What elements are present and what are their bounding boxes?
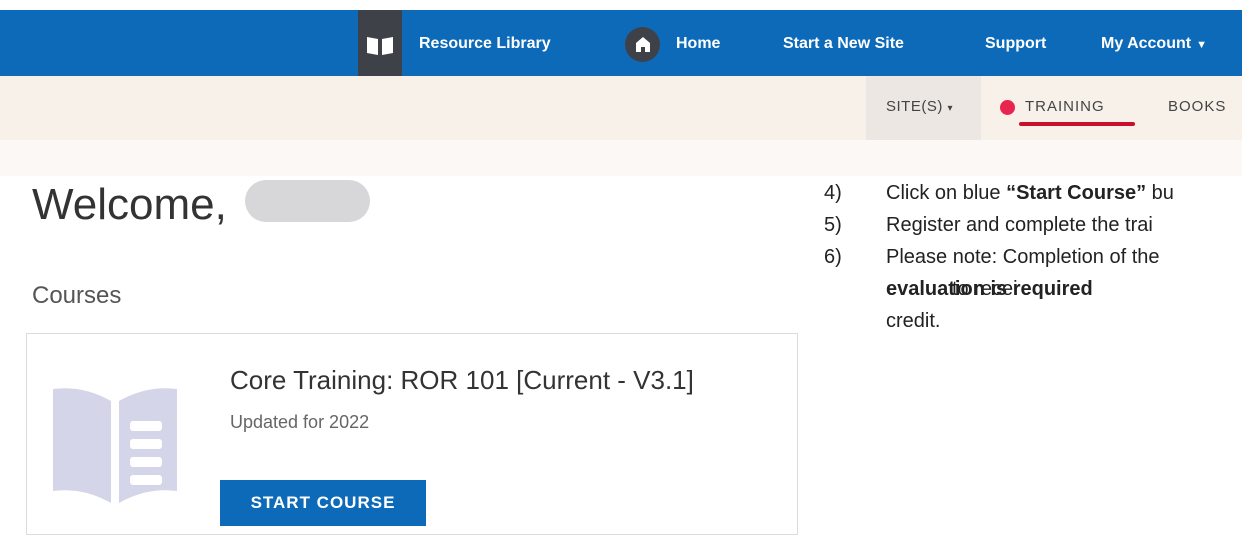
course-title[interactable]: Core Training: ROR 101 [Current - V3.1]: [230, 365, 694, 396]
active-tab-underline: [1019, 122, 1135, 126]
training-status-dot: [1000, 100, 1015, 115]
nav-home[interactable]: Home: [676, 35, 720, 53]
instruction-step: 6) Please note: Completion of the: [824, 246, 1160, 268]
instruction-step: 5) Register and complete the trai: [824, 214, 1153, 236]
home-icon[interactable]: [625, 27, 660, 62]
instruction-step: 4) Click on blue “Start Course” bu: [824, 182, 1174, 204]
resource-library-book-icon[interactable]: [358, 10, 402, 76]
chevron-down-icon: ▼: [1196, 39, 1207, 51]
nav-start-new-site[interactable]: Start a New Site: [783, 35, 904, 53]
top-nav-bar: Resource Library Home Start a New Site S…: [0, 10, 1242, 76]
nav-support[interactable]: Support: [985, 35, 1046, 53]
chevron-down-icon: ▾: [947, 103, 954, 114]
instructions-list: 4) Click on blue “Start Course” bu 5) Re…: [820, 182, 1249, 342]
course-card: Core Training: ROR 101 [Current - V3.1] …: [26, 333, 798, 535]
nav-my-account[interactable]: My Account ▼: [1101, 35, 1207, 53]
sites-label: SITE(S) ▾: [886, 98, 954, 115]
subnav-spacer: [0, 140, 1242, 176]
my-account-label: My Account: [1101, 35, 1192, 52]
courses-heading: Courses: [32, 282, 122, 309]
welcome-heading: Welcome,: [32, 180, 227, 229]
start-course-button[interactable]: START COURSE: [220, 480, 426, 526]
nav-resource-library[interactable]: Resource Library: [419, 35, 551, 53]
page-edge: [1242, 0, 1249, 525]
tab-sites[interactable]: SITE(S) ▾: [866, 76, 981, 140]
instruction-continuation: evaluation is required to recei: [886, 278, 1093, 300]
course-subtitle: Updated for 2022: [230, 412, 370, 432]
tab-training[interactable]: TRAINING: [1025, 98, 1105, 115]
instruction-continuation: credit.: [886, 310, 941, 332]
secondary-nav-bar: SITE(S) ▾ TRAINING BOOKS: [0, 76, 1242, 140]
tab-books[interactable]: BOOKS: [1168, 98, 1226, 115]
open-book-icon: [53, 388, 177, 503]
redacted-username: [245, 180, 370, 222]
